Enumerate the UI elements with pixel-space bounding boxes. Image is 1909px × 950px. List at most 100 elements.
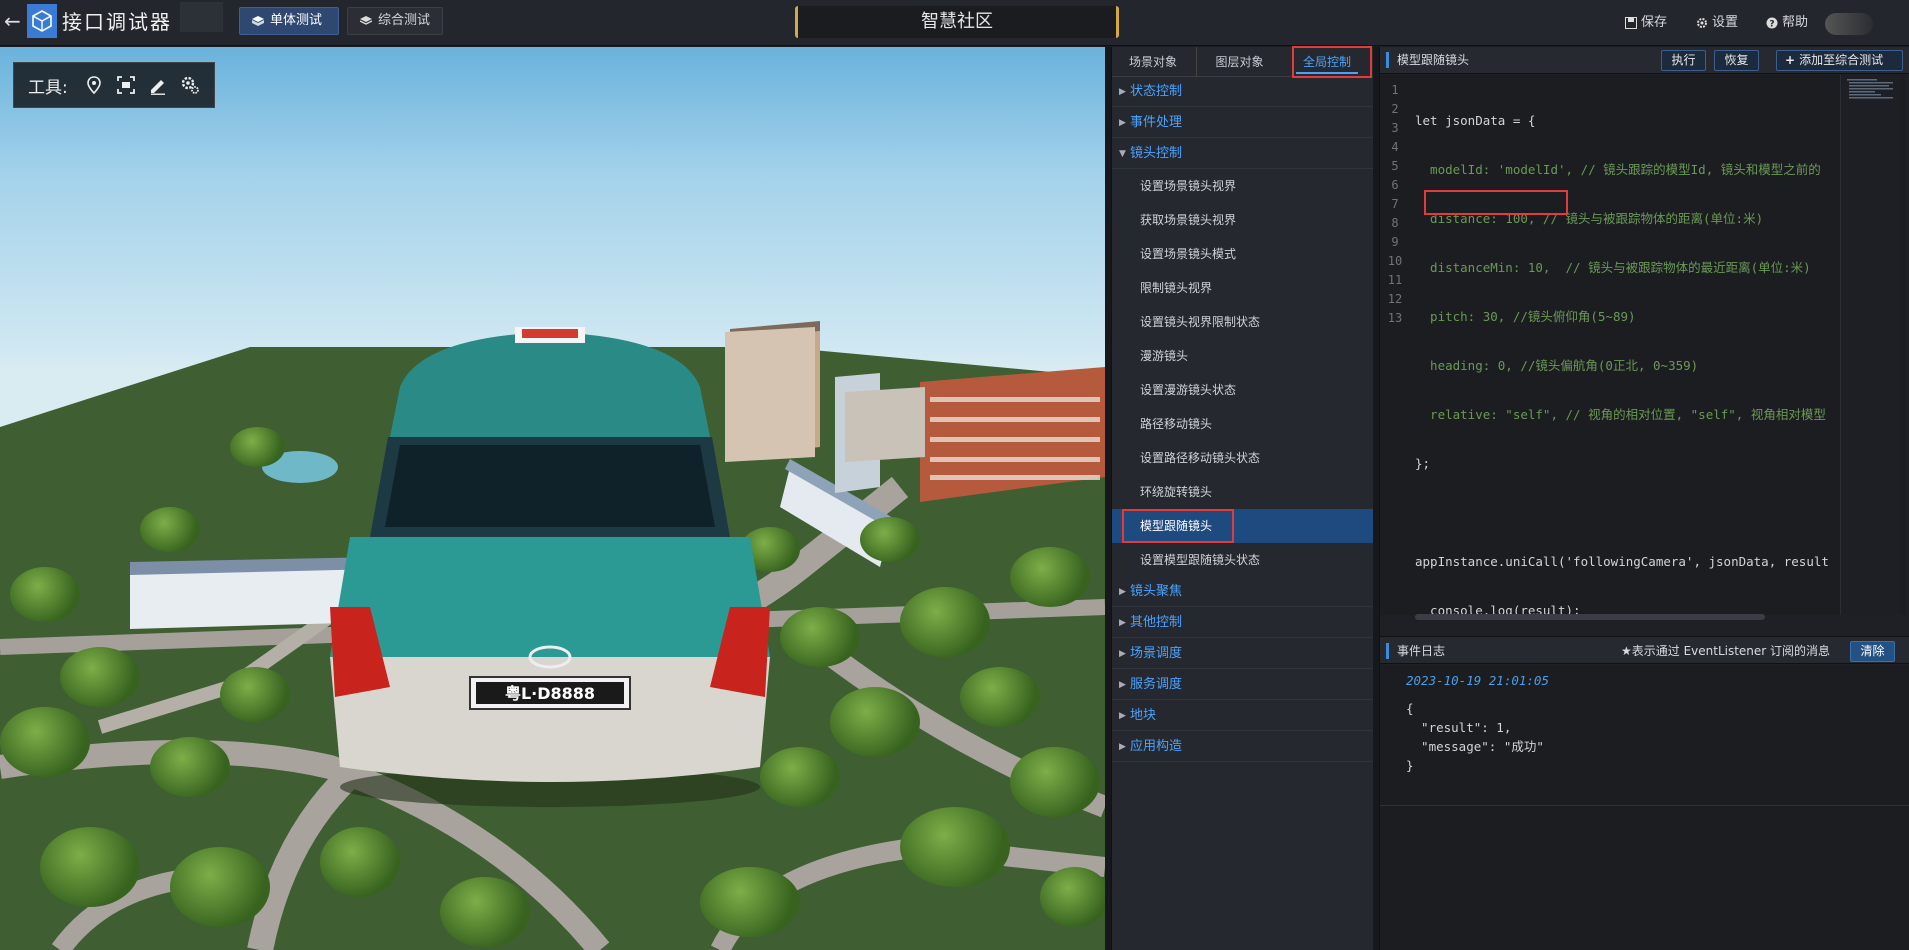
- tree: [960, 667, 1040, 727]
- code-line: distanceMin: 10, // 镜头与被跟踪物体的最近距离(单位:米): [1415, 260, 1811, 275]
- tree: [830, 687, 920, 757]
- group-label: 场景调度: [1130, 646, 1183, 661]
- tree: [780, 607, 860, 667]
- code-line: appInstance.uniCall('followingCamera', j…: [1415, 554, 1829, 569]
- line-number: 9: [1391, 235, 1399, 249]
- tree: [230, 427, 285, 467]
- pen-icon[interactable]: [148, 75, 168, 95]
- caret-down-icon: ▼: [1119, 149, 1126, 159]
- event-log-note: ★表示通过 EventListener 订阅的消息: [1621, 644, 1831, 658]
- code-line: console.log(result);: [1415, 603, 1581, 615]
- user-avatar[interactable]: [1825, 13, 1873, 35]
- locate-icon[interactable]: [84, 75, 104, 95]
- group-other-control[interactable]: ▶ 其他控制: [1112, 608, 1374, 638]
- code-minimap[interactable]: [1840, 75, 1900, 615]
- tree: [900, 807, 1010, 887]
- tree-item[interactable]: 漫游镜头: [1112, 339, 1374, 373]
- tree: [1010, 747, 1100, 817]
- caret-right-icon: ▶: [1119, 680, 1126, 690]
- add-to-combo-label: 添加至综合测试: [1799, 53, 1884, 67]
- tree-item[interactable]: 限制镜头视界: [1112, 271, 1374, 305]
- group-service-scheduling[interactable]: ▶ 服务调度: [1112, 670, 1374, 700]
- code-text[interactable]: let jsonData = { modelId: 'modelId', // …: [1415, 75, 1855, 615]
- event-log-header: 事件日志 ★表示通过 EventListener 订阅的消息 清除: [1380, 636, 1909, 664]
- group-camera-focus[interactable]: ▶ 镜头聚焦: [1112, 577, 1374, 607]
- gear-icon[interactable]: [180, 75, 200, 95]
- code-panel-title: 模型跟随镜头: [1397, 53, 1470, 67]
- line-number: 3: [1391, 121, 1399, 135]
- tree-item[interactable]: 路径移动镜头: [1112, 407, 1374, 441]
- tree: [1010, 547, 1090, 607]
- group-app-construction[interactable]: ▶ 应用构造: [1112, 732, 1374, 762]
- caret-right-icon: ▶: [1119, 118, 1126, 128]
- tree-item[interactable]: 设置路径移动镜头状态: [1112, 441, 1374, 475]
- tree-item[interactable]: 获取场景镜头视界: [1112, 203, 1374, 237]
- tree-tabs: 场景对象 图层对象 全局控制: [1112, 47, 1374, 77]
- tree: [860, 517, 920, 562]
- save-button[interactable]: 保存: [1625, 12, 1667, 34]
- cube-icon: [252, 16, 264, 26]
- tree-item-active[interactable]: 模型跟随镜头: [1112, 509, 1374, 543]
- clear-log-button[interactable]: 清除: [1850, 641, 1895, 662]
- save-label: 保存: [1641, 15, 1668, 30]
- tree-item[interactable]: 设置场景镜头模式: [1112, 237, 1374, 271]
- group-scene-scheduling[interactable]: ▶ 场景调度: [1112, 639, 1374, 669]
- tree-item[interactable]: 环绕旋转镜头: [1112, 475, 1374, 509]
- help-icon: ?: [1766, 17, 1778, 29]
- event-log-body: 2023-10-19 21:01:05 { "result": 1, "mess…: [1380, 665, 1909, 950]
- tree-item[interactable]: 设置漫游镜头状态: [1112, 373, 1374, 407]
- tree: [150, 737, 230, 797]
- code-line: };: [1415, 456, 1431, 471]
- group-camera-control[interactable]: ▼ 镜头控制: [1112, 139, 1374, 169]
- reset-button[interactable]: 恢复: [1714, 50, 1759, 71]
- caret-right-icon: ▶: [1119, 742, 1126, 752]
- taxi-car-model: 粤L·D8888: [330, 327, 770, 807]
- tree: [1040, 867, 1105, 927]
- single-test-button[interactable]: 单体测试: [239, 7, 339, 35]
- tab-layer-objects[interactable]: 图层对象: [1196, 47, 1282, 77]
- gear-icon: [1697, 18, 1707, 28]
- tree: [10, 567, 80, 622]
- tree-item[interactable]: 设置镜头视界限制状态: [1112, 305, 1374, 339]
- tab-scene-objects[interactable]: 场景对象: [1112, 47, 1194, 77]
- group-event-handling[interactable]: ▶ 事件处理: [1112, 108, 1374, 138]
- settings-button[interactable]: 设置: [1696, 12, 1738, 34]
- tab-global-control[interactable]: 全局控制: [1284, 47, 1370, 77]
- frame-icon[interactable]: [116, 75, 136, 95]
- app-title: 接口调试器: [62, 10, 172, 34]
- help-button[interactable]: ? 帮助: [1766, 12, 1808, 34]
- header-accent-bar: [1386, 52, 1389, 68]
- tree: [440, 877, 530, 947]
- combo-test-button[interactable]: 综合测试: [347, 7, 443, 35]
- back-arrow-icon[interactable]: ←: [4, 10, 22, 32]
- horizontal-scrollbar[interactable]: [1415, 614, 1765, 620]
- code-header: 模型跟随镜头 执行 恢复 + 添加至综合测试: [1380, 47, 1909, 74]
- line-number: 2: [1391, 102, 1399, 116]
- app-logo-icon: [27, 4, 57, 38]
- line-number: 11: [1387, 273, 1403, 287]
- add-to-combo-button[interactable]: + 添加至综合测试: [1776, 50, 1903, 71]
- line-number: 5: [1391, 159, 1399, 173]
- line-number: 4: [1391, 140, 1399, 154]
- tree: [220, 667, 290, 722]
- svg-text:?: ?: [1769, 19, 1774, 29]
- tree-item[interactable]: 设置模型跟随镜头状态: [1112, 543, 1374, 577]
- group-label: 其他控制: [1130, 615, 1183, 630]
- plus-icon: +: [1785, 53, 1796, 67]
- caret-right-icon: ▶: [1119, 618, 1126, 628]
- tree-item[interactable]: 设置场景镜头视界: [1112, 169, 1374, 203]
- tools-panel: 工具:: [13, 62, 215, 108]
- scene-viewport[interactable]: 粤L·D8888 工具:: [0, 47, 1105, 950]
- run-button[interactable]: 执行: [1661, 50, 1706, 71]
- code-editor[interactable]: 1 2 3 4 5 6 7 8 9 10 11 12 13 let jsonDa…: [1380, 75, 1905, 615]
- single-test-label: 单体测试: [270, 13, 323, 28]
- log-divider: [1380, 805, 1909, 806]
- caret-right-icon: ▶: [1119, 87, 1126, 97]
- code-line: relative: "self", // 视角的相对位置, "self", 视角…: [1415, 407, 1826, 422]
- group-land-parcel[interactable]: ▶ 地块: [1112, 701, 1374, 731]
- line-number: 1: [1391, 83, 1399, 97]
- tree: [760, 747, 840, 807]
- title-strip: [180, 2, 223, 32]
- group-state-control[interactable]: ▶ 状态控制: [1112, 77, 1374, 107]
